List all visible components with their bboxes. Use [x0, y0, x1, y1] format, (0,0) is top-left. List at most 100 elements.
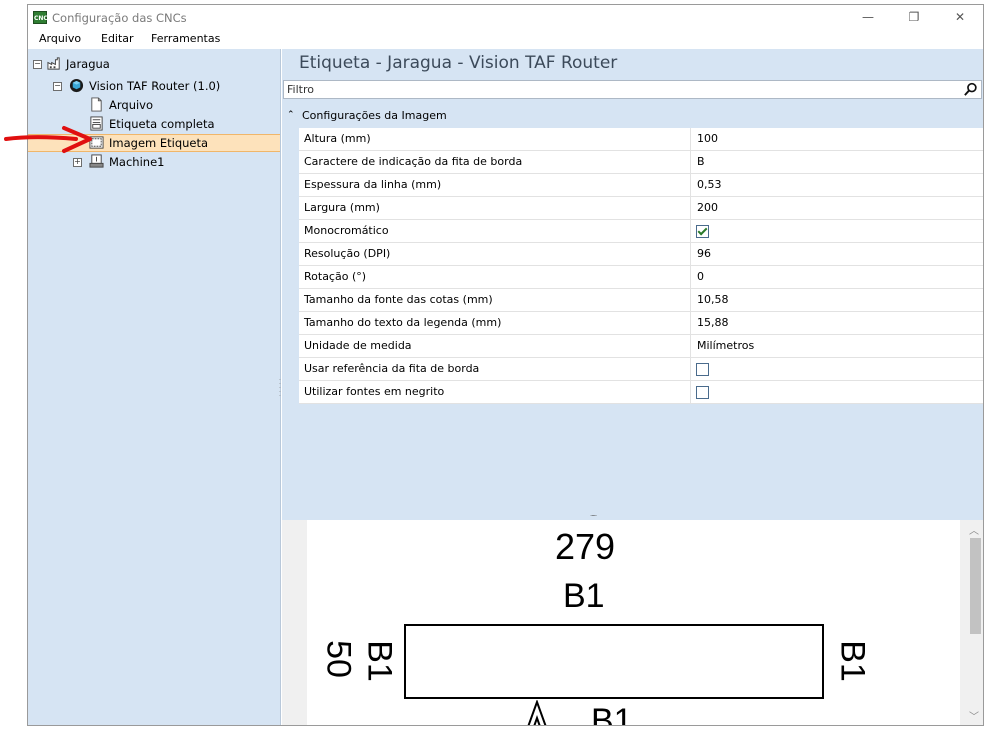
property-value[interactable]: 15,88 — [697, 312, 729, 334]
document-icon — [91, 97, 102, 112]
property-row[interactable]: Monocromático — [299, 220, 983, 243]
column-divider — [690, 358, 691, 380]
preview-scrollbar[interactable]: ︿ ﹀ — [965, 520, 983, 725]
edge-bottom-label: B1 — [591, 702, 633, 726]
column-divider — [690, 220, 691, 242]
property-name: Caractere de indicação da fita de borda — [304, 155, 523, 168]
property-row[interactable]: Usar referência da fita de borda — [299, 358, 983, 381]
property-row[interactable]: Caractere de indicação da fita de borda … — [299, 151, 983, 174]
panel-title: Etiqueta - Jaragua - Vision TAF Router — [299, 53, 618, 73]
search-icon[interactable] — [963, 82, 978, 97]
tree-label: Arquivo — [109, 98, 154, 112]
chevron-up-icon[interactable]: ⌃ — [287, 106, 295, 125]
property-row[interactable]: Espessura da linha (mm) 0,53 — [299, 174, 983, 197]
property-name: Tamanho do texto da legenda (mm) — [304, 316, 502, 329]
label-preview: 279 B1 50 B1 B1 B1 ︿ ﹀ — [282, 520, 983, 725]
property-value[interactable]: 10,58 — [697, 289, 729, 311]
tree-label: Machine1 — [109, 155, 165, 169]
tree-item-machine1[interactable]: + Machine1 — [28, 153, 280, 171]
property-name: Utilizar fontes em negrito — [304, 385, 445, 398]
collapse-icon[interactable]: − — [33, 60, 42, 69]
dimension-left-label: 50 — [319, 640, 358, 678]
menu-bar: Arquivo Editar Ferramentas — [28, 30, 983, 49]
property-row[interactable]: Unidade de medida Milímetros — [299, 335, 983, 358]
column-divider — [690, 335, 691, 357]
property-name: Tamanho da fonte das cotas (mm) — [304, 293, 493, 306]
tree-label: Etiqueta completa — [109, 117, 215, 131]
vertical-splitter-grip[interactable]: · · · · · — [279, 378, 281, 400]
property-row[interactable]: Altura (mm) 100 — [299, 128, 983, 151]
menu-ferramentas[interactable]: Ferramentas — [151, 32, 220, 45]
close-button[interactable]: ✕ — [937, 5, 983, 30]
column-divider — [690, 197, 691, 219]
group-header-configuracoes[interactable]: ⌃ Configurações da Imagem — [282, 106, 983, 125]
property-name: Unidade de medida — [304, 339, 412, 352]
scroll-down-icon[interactable]: ﹀ — [969, 708, 979, 723]
property-value[interactable]: 100 — [697, 128, 718, 150]
monocromatico-checkbox[interactable] — [696, 225, 709, 238]
column-divider — [690, 151, 691, 173]
property-row[interactable]: Tamanho da fonte das cotas (mm) 10,58 — [299, 289, 983, 312]
app-logo-icon: CNC — [33, 11, 48, 24]
property-value[interactable]: 96 — [697, 243, 711, 265]
property-grid: Altura (mm) 100 Caractere de indicação d… — [299, 128, 983, 404]
filter-box — [283, 80, 982, 99]
edge-top-label: B1 — [563, 577, 605, 615]
property-value[interactable]: 0 — [697, 266, 704, 288]
tree-item-router[interactable]: − Vision TAF Router (1.0) — [28, 77, 280, 95]
collapse-icon[interactable]: − — [53, 82, 62, 91]
tree-item-jaragua[interactable]: − Jaragua — [28, 55, 280, 73]
property-row[interactable]: Utilizar fontes em negrito — [299, 381, 983, 404]
direction-arrow-icon — [527, 700, 547, 725]
factory-icon — [47, 57, 60, 70]
property-name: Resolução (DPI) — [304, 247, 391, 260]
menu-arquivo[interactable]: Arquivo — [39, 32, 81, 45]
machine-icon — [89, 154, 104, 168]
property-value[interactable]: 0,53 — [697, 174, 722, 196]
menu-editar[interactable]: Editar — [101, 32, 134, 45]
column-divider — [690, 243, 691, 265]
column-divider — [690, 312, 691, 334]
group-label: Configurações da Imagem — [302, 109, 447, 122]
horizontal-splitter[interactable] — [282, 512, 983, 520]
property-value[interactable]: B — [697, 151, 705, 173]
property-row[interactable]: Resolução (DPI) 96 — [299, 243, 983, 266]
property-row[interactable]: Rotação (°) 0 — [299, 266, 983, 289]
title-bar[interactable]: CNC Configuração das CNCs — ❐ ✕ — [28, 5, 983, 30]
properties-panel: · · · · · Etiqueta - Jaragua - Vision TAF Ro… — [279, 49, 983, 725]
property-row[interactable]: Tamanho do texto da legenda (mm) 15,88 — [299, 312, 983, 335]
router-cube-icon — [69, 78, 84, 93]
property-row[interactable]: Largura (mm) 200 — [299, 197, 983, 220]
expand-icon[interactable]: + — [73, 158, 82, 167]
column-divider — [690, 381, 691, 403]
property-name: Altura (mm) — [304, 132, 371, 145]
tree-label: Vision TAF Router (1.0) — [89, 79, 221, 93]
property-value[interactable]: Milímetros — [697, 335, 754, 357]
preview-canvas: 279 B1 50 B1 B1 B1 — [307, 520, 960, 726]
edge-right-label: B1 — [833, 640, 872, 682]
column-divider — [690, 289, 691, 311]
tree-label: Jaragua — [66, 57, 110, 71]
fontes-negrito-checkbox[interactable] — [696, 386, 709, 399]
filter-input[interactable] — [287, 81, 927, 98]
column-divider — [690, 174, 691, 196]
edge-left-label: B1 — [360, 640, 399, 682]
property-value[interactable]: 200 — [697, 197, 718, 219]
tree-item-arquivo[interactable]: Arquivo — [28, 96, 280, 114]
property-name: Monocromático — [304, 224, 389, 237]
scroll-up-icon[interactable]: ︿ — [969, 522, 979, 537]
maximize-button[interactable]: ❐ — [891, 5, 937, 30]
column-divider — [690, 128, 691, 150]
property-name: Rotação (°) — [304, 270, 367, 283]
splitter-grip[interactable]: ····· — [590, 512, 597, 520]
property-name: Usar referência da fita de borda — [304, 362, 480, 375]
property-name: Largura (mm) — [304, 201, 380, 214]
scroll-thumb[interactable] — [970, 538, 981, 634]
minimize-button[interactable]: — — [845, 5, 891, 30]
usar-referencia-checkbox[interactable] — [696, 363, 709, 376]
column-divider — [690, 266, 691, 288]
app-window: CNC Configuração das CNCs — ❐ ✕ Arquivo … — [27, 4, 984, 726]
dimension-top-label: 279 — [555, 526, 616, 567]
property-name: Espessura da linha (mm) — [304, 178, 442, 191]
window-title: Configuração das CNCs — [52, 11, 187, 25]
